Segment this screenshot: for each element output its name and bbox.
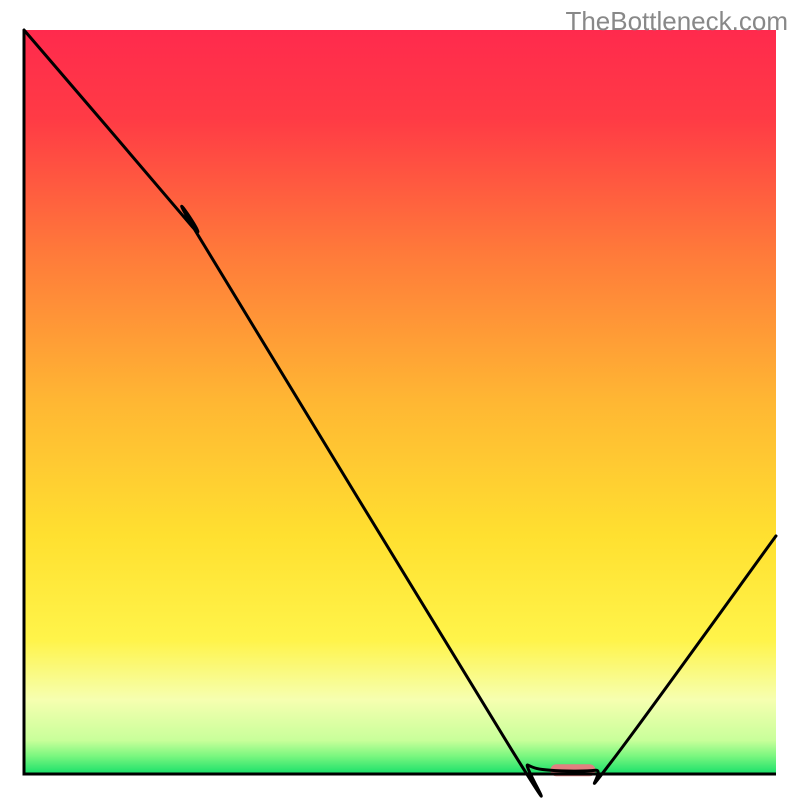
watermark: TheBottleneck.com [565,6,788,37]
bottleneck-chart [0,0,800,800]
chart-background [24,30,776,774]
chart-container: TheBottleneck.com [0,0,800,800]
